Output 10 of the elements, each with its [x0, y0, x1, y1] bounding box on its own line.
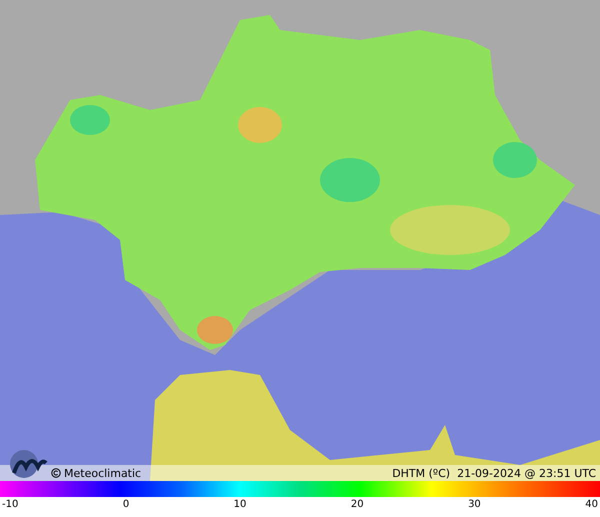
scale-label: 30 — [468, 499, 481, 511]
scale-label: 10 — [234, 499, 246, 511]
brand-name: Meteoclimatic — [64, 466, 142, 480]
scale-label: 40 — [585, 499, 598, 511]
logo-icon — [8, 449, 48, 479]
copyright-icon — [51, 468, 61, 478]
scale-label: -10 — [2, 499, 18, 511]
map-caption: DHTM (ºC) 21-09-2024 @ 23:51 UTC — [392, 466, 596, 480]
scale-label: 0 — [122, 499, 130, 511]
scale-label: 20 — [350, 499, 364, 511]
